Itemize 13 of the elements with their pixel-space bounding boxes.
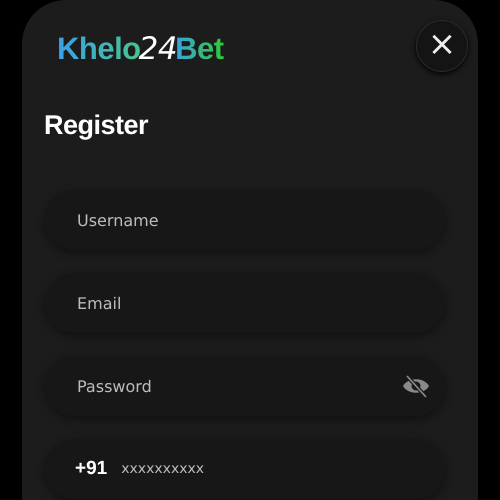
password-input[interactable]: Password (75, 376, 401, 396)
text-input[interactable]: Email (75, 292, 431, 314)
text-input[interactable]: Username (75, 210, 431, 230)
text-field[interactable]: Username (45, 190, 445, 250)
logo: Khelo24Bet (57, 31, 224, 67)
phone-field[interactable]: +91 xxxxxxxxxx (45, 439, 445, 499)
country-code: +91 (75, 458, 108, 480)
close-button[interactable]: × (416, 20, 468, 72)
password-field[interactable]: Password (45, 356, 445, 416)
text-field[interactable]: Email (45, 273, 445, 333)
page-title: Register (44, 110, 150, 141)
phone-input[interactable]: xxxxxxxxxx (119, 460, 431, 478)
eye-slash-icon[interactable] (401, 374, 431, 398)
